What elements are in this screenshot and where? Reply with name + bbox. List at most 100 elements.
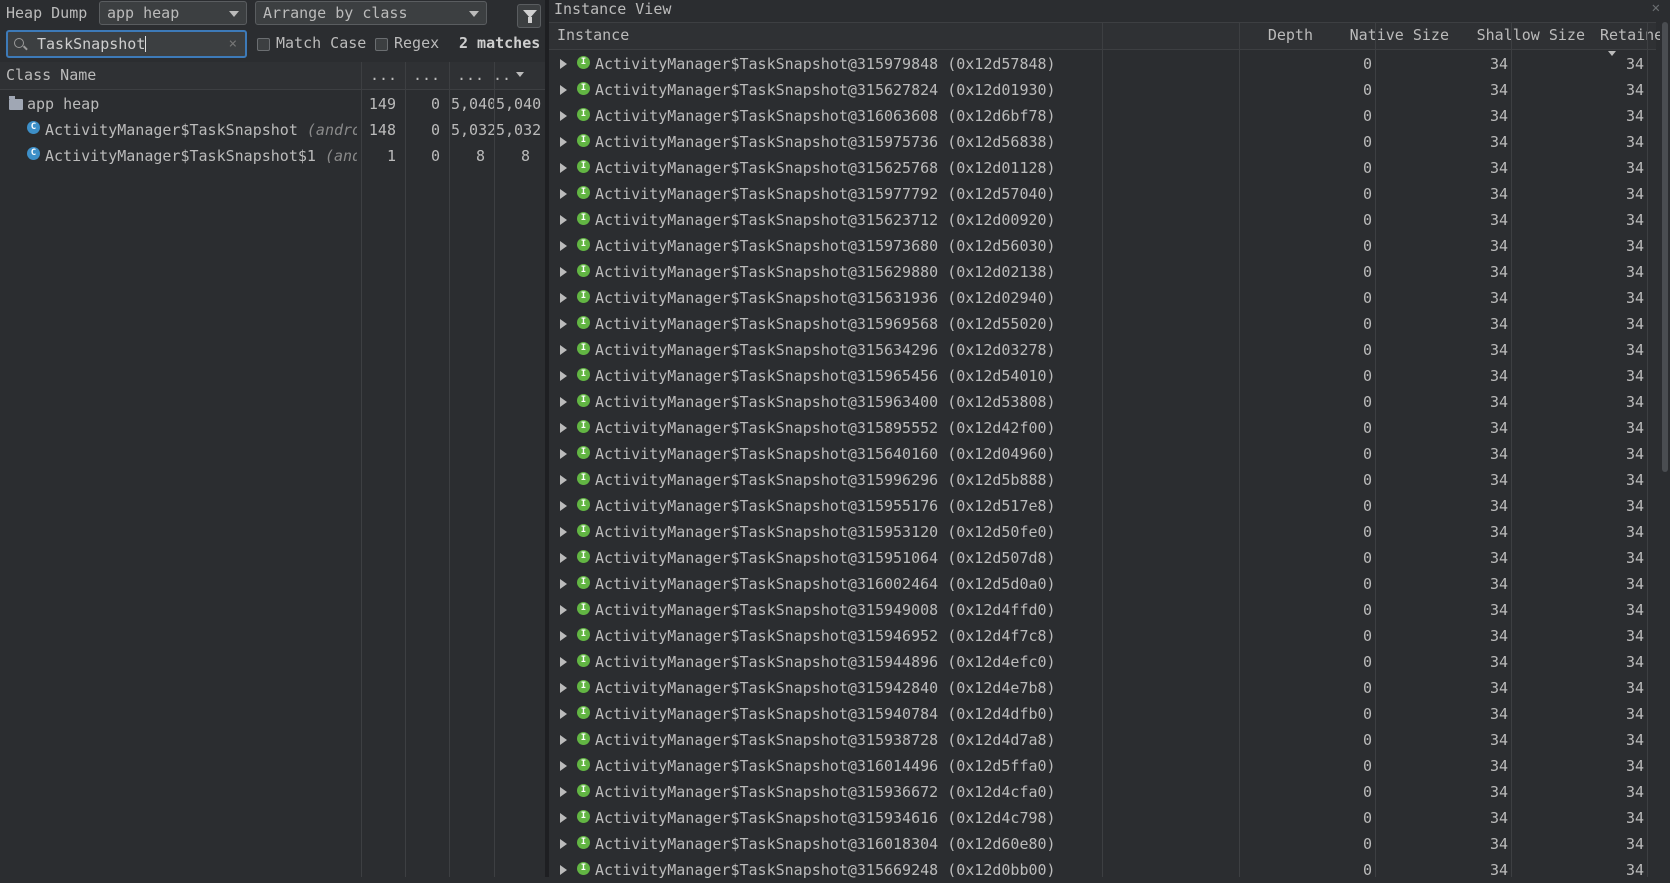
expand-arrow-icon[interactable] xyxy=(560,657,567,667)
instance-row[interactable]: I ActivityManager$TaskSnapshot@315955176 … xyxy=(549,493,1656,519)
instance-row[interactable]: I ActivityManager$TaskSnapshot@315973680 … xyxy=(549,233,1656,259)
expand-arrow-icon[interactable] xyxy=(560,423,567,433)
instance-native-size: 0 xyxy=(1362,497,1372,515)
expand-arrow-icon[interactable] xyxy=(560,293,567,303)
expand-arrow-icon[interactable] xyxy=(560,59,567,69)
instance-row[interactable]: I ActivityManager$TaskSnapshot@315940784 … xyxy=(549,701,1656,727)
instance-shallow-size: 34 xyxy=(1489,289,1508,307)
instance-row[interactable]: I ActivityManager$TaskSnapshot@315953120 … xyxy=(549,519,1656,545)
instance-row[interactable]: I ActivityManager$TaskSnapshot@315965456 … xyxy=(549,363,1656,389)
arrange-select[interactable]: Arrange by class xyxy=(255,1,487,25)
column-instance[interactable]: Instance xyxy=(557,26,629,44)
instance-shallow-size: 34 xyxy=(1489,575,1508,593)
expand-arrow-icon[interactable] xyxy=(560,631,567,641)
match-case-label[interactable]: Match Case xyxy=(276,34,366,52)
expand-arrow-icon[interactable] xyxy=(560,345,567,355)
column-native-size[interactable]: Native Size xyxy=(1323,26,1449,44)
instance-row[interactable]: I ActivityManager$TaskSnapshot@315640160 … xyxy=(549,441,1656,467)
regex-checkbox[interactable] xyxy=(375,38,388,51)
expand-arrow-icon[interactable] xyxy=(560,241,567,251)
expand-arrow-icon[interactable] xyxy=(560,683,567,693)
instance-retained-size: 34 xyxy=(1625,367,1644,385)
expand-arrow-icon[interactable] xyxy=(560,553,567,563)
instance-row[interactable]: I ActivityManager$TaskSnapshot@315996296 … xyxy=(549,467,1656,493)
class-search-input[interactable]: TaskSnapshot × xyxy=(6,30,247,58)
class-row-app-heap[interactable]: app heap 149 0 5,040 5,040 xyxy=(0,91,545,117)
expand-arrow-icon[interactable] xyxy=(560,865,567,875)
instance-row[interactable]: I ActivityManager$TaskSnapshot@315977792 … xyxy=(549,181,1656,207)
expand-arrow-icon[interactable] xyxy=(560,735,567,745)
expand-arrow-icon[interactable] xyxy=(560,709,567,719)
instance-row[interactable]: I ActivityManager$TaskSnapshot@315895552 … xyxy=(549,415,1656,441)
instance-retained-size: 34 xyxy=(1625,809,1644,827)
expand-arrow-icon[interactable] xyxy=(560,267,567,277)
instance-row[interactable]: I ActivityManager$TaskSnapshot@315944896 … xyxy=(549,649,1656,675)
column-shallow-size[interactable]: Shallow Size xyxy=(1459,26,1585,44)
column-depth[interactable]: Depth xyxy=(1187,26,1313,44)
match-count: 2 matches xyxy=(459,34,541,52)
regex-label[interactable]: Regex xyxy=(394,34,439,52)
expand-arrow-icon[interactable] xyxy=(560,319,567,329)
match-case-checkbox[interactable] xyxy=(257,38,270,51)
instance-row[interactable]: I ActivityManager$TaskSnapshot@315625768 … xyxy=(549,155,1656,181)
instance-row[interactable]: I ActivityManager$TaskSnapshot@315629880 … xyxy=(549,259,1656,285)
instance-row[interactable]: I ActivityManager$TaskSnapshot@315934616 … xyxy=(549,805,1656,831)
instance-row[interactable]: I ActivityManager$TaskSnapshot@315936672 … xyxy=(549,779,1656,805)
instance-row[interactable]: I ActivityManager$TaskSnapshot@315946952 … xyxy=(549,623,1656,649)
expand-arrow-icon[interactable] xyxy=(560,449,567,459)
column-class-name[interactable]: Class Name xyxy=(6,66,96,84)
scrollbar-thumb[interactable] xyxy=(1662,22,1668,472)
instance-row[interactable]: I ActivityManager$TaskSnapshot@316018304 … xyxy=(549,831,1656,857)
instance-icon: I xyxy=(577,732,590,745)
instance-row[interactable]: I ActivityManager$TaskSnapshot@315938728 … xyxy=(549,727,1656,753)
instance-row[interactable]: I ActivityManager$TaskSnapshot@315969568 … xyxy=(549,311,1656,337)
expand-arrow-icon[interactable] xyxy=(560,137,567,147)
instance-row[interactable]: I ActivityManager$TaskSnapshot@315669248 … xyxy=(549,857,1656,883)
column-shallow-size[interactable]: ... xyxy=(457,66,484,84)
expand-arrow-icon[interactable] xyxy=(560,189,567,199)
clear-search-icon[interactable]: × xyxy=(229,36,237,52)
instance-row[interactable]: I ActivityManager$TaskSnapshot@315975736 … xyxy=(549,129,1656,155)
class-table-header: Class Name ... ... ... .. xyxy=(0,62,545,90)
vertical-scrollbar[interactable] xyxy=(1660,22,1670,877)
class-row-task-snapshot[interactable]: C ActivityManager$TaskSnapshot (andro 14… xyxy=(0,117,545,143)
close-icon[interactable]: ✕ xyxy=(1652,0,1660,16)
instance-native-size: 0 xyxy=(1362,419,1372,437)
expand-arrow-icon[interactable] xyxy=(560,787,567,797)
instance-native-size: 0 xyxy=(1362,289,1372,307)
instance-row[interactable]: I ActivityManager$TaskSnapshot@316002464 … xyxy=(549,571,1656,597)
expand-arrow-icon[interactable] xyxy=(560,501,567,511)
filter-button[interactable] xyxy=(517,4,541,28)
column-native-size[interactable]: ... xyxy=(413,66,440,84)
instance-row[interactable]: I ActivityManager$TaskSnapshot@316014496 … xyxy=(549,753,1656,779)
expand-arrow-icon[interactable] xyxy=(560,163,567,173)
instance-row[interactable]: I ActivityManager$TaskSnapshot@315623712 … xyxy=(549,207,1656,233)
instance-row[interactable]: I ActivityManager$TaskSnapshot@316063608 … xyxy=(549,103,1656,129)
instance-row[interactable]: I ActivityManager$TaskSnapshot@315951064 … xyxy=(549,545,1656,571)
instance-row[interactable]: I ActivityManager$TaskSnapshot@315942840 … xyxy=(549,675,1656,701)
expand-arrow-icon[interactable] xyxy=(560,85,567,95)
instance-row[interactable]: I ActivityManager$TaskSnapshot@315979848 … xyxy=(549,51,1656,77)
instance-row[interactable]: I ActivityManager$TaskSnapshot@315627824 … xyxy=(549,77,1656,103)
expand-arrow-icon[interactable] xyxy=(560,579,567,589)
expand-arrow-icon[interactable] xyxy=(560,215,567,225)
heap-select[interactable]: app heap xyxy=(99,1,247,25)
expand-arrow-icon[interactable] xyxy=(560,813,567,823)
instance-row[interactable]: I ActivityManager$TaskSnapshot@315634296 … xyxy=(549,337,1656,363)
instance-row[interactable]: I ActivityManager$TaskSnapshot@315631936 … xyxy=(549,285,1656,311)
instance-icon: I xyxy=(577,264,590,277)
expand-arrow-icon[interactable] xyxy=(560,527,567,537)
column-retained-size[interactable]: .. xyxy=(493,66,511,84)
instance-row[interactable]: I ActivityManager$TaskSnapshot@315963400 … xyxy=(549,389,1656,415)
expand-arrow-icon[interactable] xyxy=(560,605,567,615)
column-allocations[interactable]: ... xyxy=(370,66,397,84)
expand-arrow-icon[interactable] xyxy=(560,371,567,381)
instance-row[interactable]: I ActivityManager$TaskSnapshot@315949008 … xyxy=(549,597,1656,623)
expand-arrow-icon[interactable] xyxy=(560,761,567,771)
expand-arrow-icon[interactable] xyxy=(560,397,567,407)
class-row-task-snapshot-1[interactable]: C ActivityManager$TaskSnapshot$1 (andr 1… xyxy=(0,143,545,169)
expand-arrow-icon[interactable] xyxy=(560,111,567,121)
instance-native-size: 0 xyxy=(1362,445,1372,463)
expand-arrow-icon[interactable] xyxy=(560,839,567,849)
expand-arrow-icon[interactable] xyxy=(560,475,567,485)
